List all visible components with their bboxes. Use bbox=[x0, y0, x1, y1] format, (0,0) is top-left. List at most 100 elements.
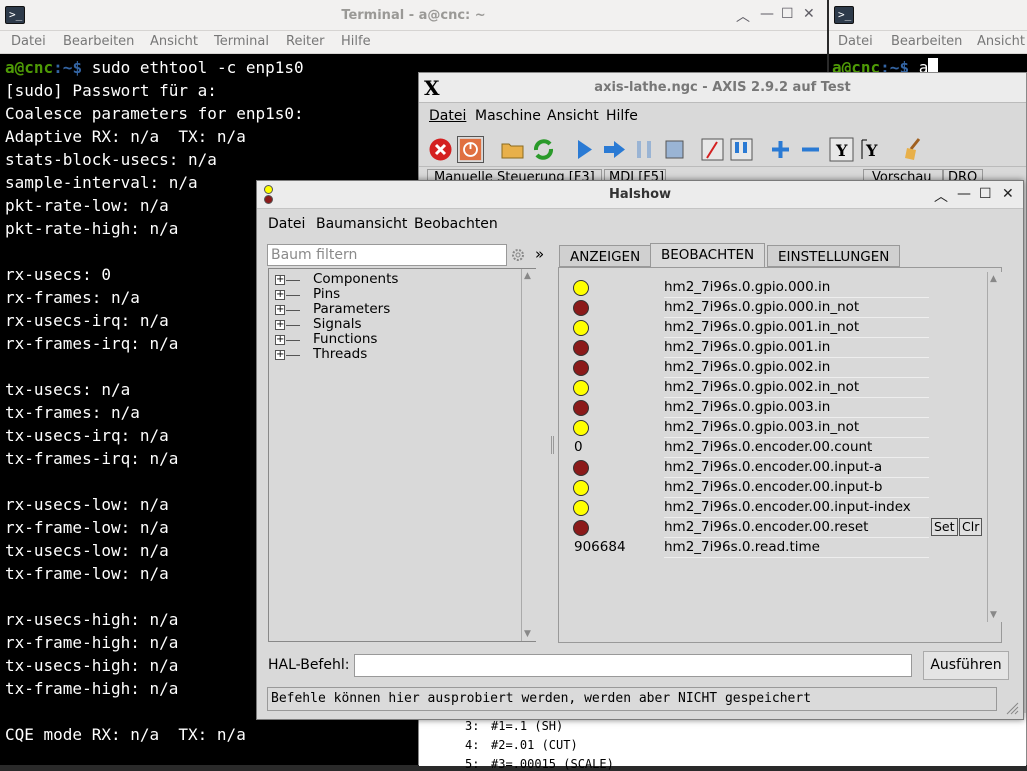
stop-icon[interactable] bbox=[661, 136, 688, 163]
hal-menu-beobachten[interactable]: Beobachten bbox=[414, 216, 498, 232]
axis-menu-hilfe[interactable]: Hilfe bbox=[606, 108, 638, 124]
maximize-button[interactable]: ☐ bbox=[979, 186, 992, 202]
settings-gear-icon[interactable] bbox=[511, 248, 525, 262]
watch-pin-name[interactable]: hm2_7i96s.0.gpio.001.in_not bbox=[664, 319, 859, 335]
resize-grip-icon[interactable] bbox=[1005, 701, 1019, 715]
axis-toolbar: Y Y bbox=[419, 131, 1026, 167]
terminal-titlebar[interactable]: >_ Terminal - a@cnc: ~ ︿ — ☐ ✕ bbox=[0, 0, 827, 31]
maximize-button[interactable]: ☐ bbox=[781, 6, 794, 22]
zoom-out-icon[interactable] bbox=[797, 136, 824, 163]
reload-icon[interactable] bbox=[530, 136, 557, 163]
menu-bearbeiten[interactable]: Bearbeiten bbox=[63, 34, 134, 49]
watch-pin-name[interactable]: hm2_7i96s.0.gpio.000.in bbox=[664, 279, 830, 295]
set-button[interactable]: Set bbox=[931, 518, 958, 536]
menu-reiter[interactable]: Reiter bbox=[286, 34, 325, 49]
watch-pin-name[interactable]: hm2_7i96s.0.gpio.002.in_not bbox=[664, 379, 859, 395]
tab-einstellungen[interactable]: EINSTELLUNGEN bbox=[767, 245, 901, 267]
tree-item-signals[interactable]: Signals bbox=[313, 316, 362, 332]
expand-icon[interactable]: + bbox=[275, 290, 285, 300]
watch-pin-name[interactable]: hm2_7i96s.0.read.time bbox=[664, 539, 820, 555]
close-button[interactable]: ✕ bbox=[803, 6, 815, 22]
watch-pin-name[interactable]: hm2_7i96s.0.encoder.00.reset bbox=[664, 519, 868, 535]
code-line-num: 5: bbox=[465, 757, 480, 771]
scroll-down-icon[interactable]: ▼ bbox=[524, 629, 531, 639]
expand-button[interactable]: » bbox=[535, 245, 544, 263]
hal-menu-datei[interactable]: Datei bbox=[268, 216, 305, 232]
hal-menu-baumansicht[interactable]: Baumansicht bbox=[316, 216, 407, 232]
tree-connector bbox=[286, 280, 300, 281]
tab-beobachten[interactable]: BEOBACHTEN bbox=[650, 243, 766, 267]
tree-filter-input[interactable]: Baum filtern bbox=[267, 244, 507, 266]
minimize-button[interactable]: — bbox=[760, 6, 774, 22]
shade-button[interactable]: ︿ bbox=[934, 186, 948, 206]
tree-item-threads[interactable]: Threads bbox=[313, 346, 367, 362]
halshow-titlebar[interactable]: Halshow ︿ — ☐ ✕ bbox=[257, 181, 1023, 209]
code-line-num: 4: bbox=[465, 738, 480, 752]
watch-pin-name[interactable]: hm2_7i96s.0.gpio.003.in bbox=[664, 399, 830, 415]
terminal-line: rx-frames-irq: n/a bbox=[5, 334, 179, 353]
expand-icon[interactable]: + bbox=[275, 350, 285, 360]
tree-scrollbar[interactable]: ▲ ▼ bbox=[521, 269, 536, 641]
tree-item-functions[interactable]: Functions bbox=[313, 331, 377, 347]
menu-bearbeiten[interactable]: Bearbeiten bbox=[891, 34, 962, 49]
terminal-menubar: Datei Bearbeiten Ansicht Terminal Reiter… bbox=[0, 31, 827, 54]
clear-plot-icon[interactable] bbox=[901, 136, 928, 163]
expand-icon[interactable]: + bbox=[275, 335, 285, 345]
view-y-icon[interactable]: Y bbox=[828, 136, 855, 163]
view-y2-icon[interactable]: Y bbox=[859, 136, 886, 163]
pause-icon[interactable] bbox=[631, 136, 658, 163]
watch-scrollbar[interactable]: ▲ ▼ bbox=[987, 272, 1002, 622]
expand-icon[interactable]: + bbox=[275, 320, 285, 330]
axis-menu-maschine[interactable]: Maschine bbox=[475, 108, 541, 124]
optional-stop-icon[interactable] bbox=[728, 136, 755, 163]
power-icon[interactable] bbox=[457, 136, 484, 163]
menu-ansicht[interactable]: Ansicht bbox=[977, 34, 1025, 49]
watch-row: hm2_7i96s.0.gpio.002.in_not bbox=[559, 378, 989, 398]
scroll-up-icon[interactable]: ▲ bbox=[524, 271, 531, 281]
zoom-in-icon[interactable] bbox=[767, 136, 794, 163]
watch-pin-name[interactable]: hm2_7i96s.0.encoder.00.input-b bbox=[664, 479, 882, 495]
axis-menu-datei[interactable]: Datei bbox=[429, 108, 466, 124]
block-delete-icon[interactable] bbox=[699, 136, 726, 163]
pane-splitter[interactable] bbox=[551, 436, 554, 454]
open-file-icon[interactable] bbox=[499, 136, 526, 163]
watch-pin-name[interactable]: hm2_7i96s.0.gpio.002.in bbox=[664, 359, 830, 375]
tree-item-parameters[interactable]: Parameters bbox=[313, 301, 390, 317]
clear-button[interactable]: Clr bbox=[959, 518, 983, 536]
close-button[interactable]: ✕ bbox=[1002, 186, 1014, 202]
scroll-down-icon[interactable]: ▼ bbox=[990, 610, 997, 620]
tree-item-components[interactable]: Components bbox=[313, 271, 398, 287]
axis-titlebar[interactable]: X axis-lathe.ngc - AXIS 2.9.2 auf Test bbox=[419, 73, 1026, 103]
watch-list[interactable]: ▲ ▼ hm2_7i96s.0.gpio.000.in hm2_7i96s.0.g… bbox=[558, 267, 1002, 643]
step-icon[interactable] bbox=[601, 136, 628, 163]
watch-pin-name[interactable]: hm2_7i96s.0.encoder.00.count bbox=[664, 439, 872, 455]
execute-button[interactable]: Ausführen bbox=[923, 651, 1009, 680]
hal-command-label: HAL-Befehl: bbox=[268, 657, 350, 673]
axis-menu-ansicht[interactable]: Ansicht bbox=[547, 108, 599, 124]
gcode-listing[interactable]: 3: #1=.1 (SH) 4: #2=.01 (CUT) 5: #3=.000… bbox=[419, 713, 1026, 771]
hal-tree[interactable]: + Components + Pins + Parameters + Signa… bbox=[268, 268, 536, 642]
watch-pin-name[interactable]: hm2_7i96s.0.encoder.00.input-a bbox=[664, 459, 882, 475]
tree-item-pins[interactable]: Pins bbox=[313, 286, 340, 302]
hal-command-input[interactable] bbox=[354, 654, 912, 677]
menu-terminal[interactable]: Terminal bbox=[214, 34, 269, 49]
menu-datei[interactable]: Datei bbox=[838, 34, 873, 49]
watch-pin-name[interactable]: hm2_7i96s.0.encoder.00.input-index bbox=[664, 499, 911, 515]
tab-anzeigen[interactable]: ANZEIGEN bbox=[559, 245, 652, 267]
watch-pin-name[interactable]: hm2_7i96s.0.gpio.000.in_not bbox=[664, 299, 859, 315]
watch-row: hm2_7i96s.0.gpio.003.in bbox=[559, 398, 989, 418]
minimize-icon[interactable]: ︿ bbox=[736, 6, 750, 26]
expand-icon[interactable]: + bbox=[275, 275, 285, 285]
estop-icon[interactable] bbox=[427, 136, 454, 163]
menu-ansicht[interactable]: Ansicht bbox=[150, 34, 198, 49]
menu-hilfe[interactable]: Hilfe bbox=[341, 34, 371, 49]
terminal2-titlebar[interactable]: >_ bbox=[829, 0, 1027, 31]
watch-row: hm2_7i96s.0.gpio.001.in bbox=[559, 338, 989, 358]
watch-pin-name[interactable]: hm2_7i96s.0.gpio.001.in bbox=[664, 339, 830, 355]
scroll-up-icon[interactable]: ▲ bbox=[990, 274, 997, 284]
menu-datei[interactable]: Datei bbox=[11, 34, 46, 49]
expand-icon[interactable]: + bbox=[275, 305, 285, 315]
minimize-button[interactable]: — bbox=[957, 186, 971, 202]
run-icon[interactable] bbox=[571, 136, 598, 163]
watch-pin-name[interactable]: hm2_7i96s.0.gpio.003.in_not bbox=[664, 419, 859, 435]
